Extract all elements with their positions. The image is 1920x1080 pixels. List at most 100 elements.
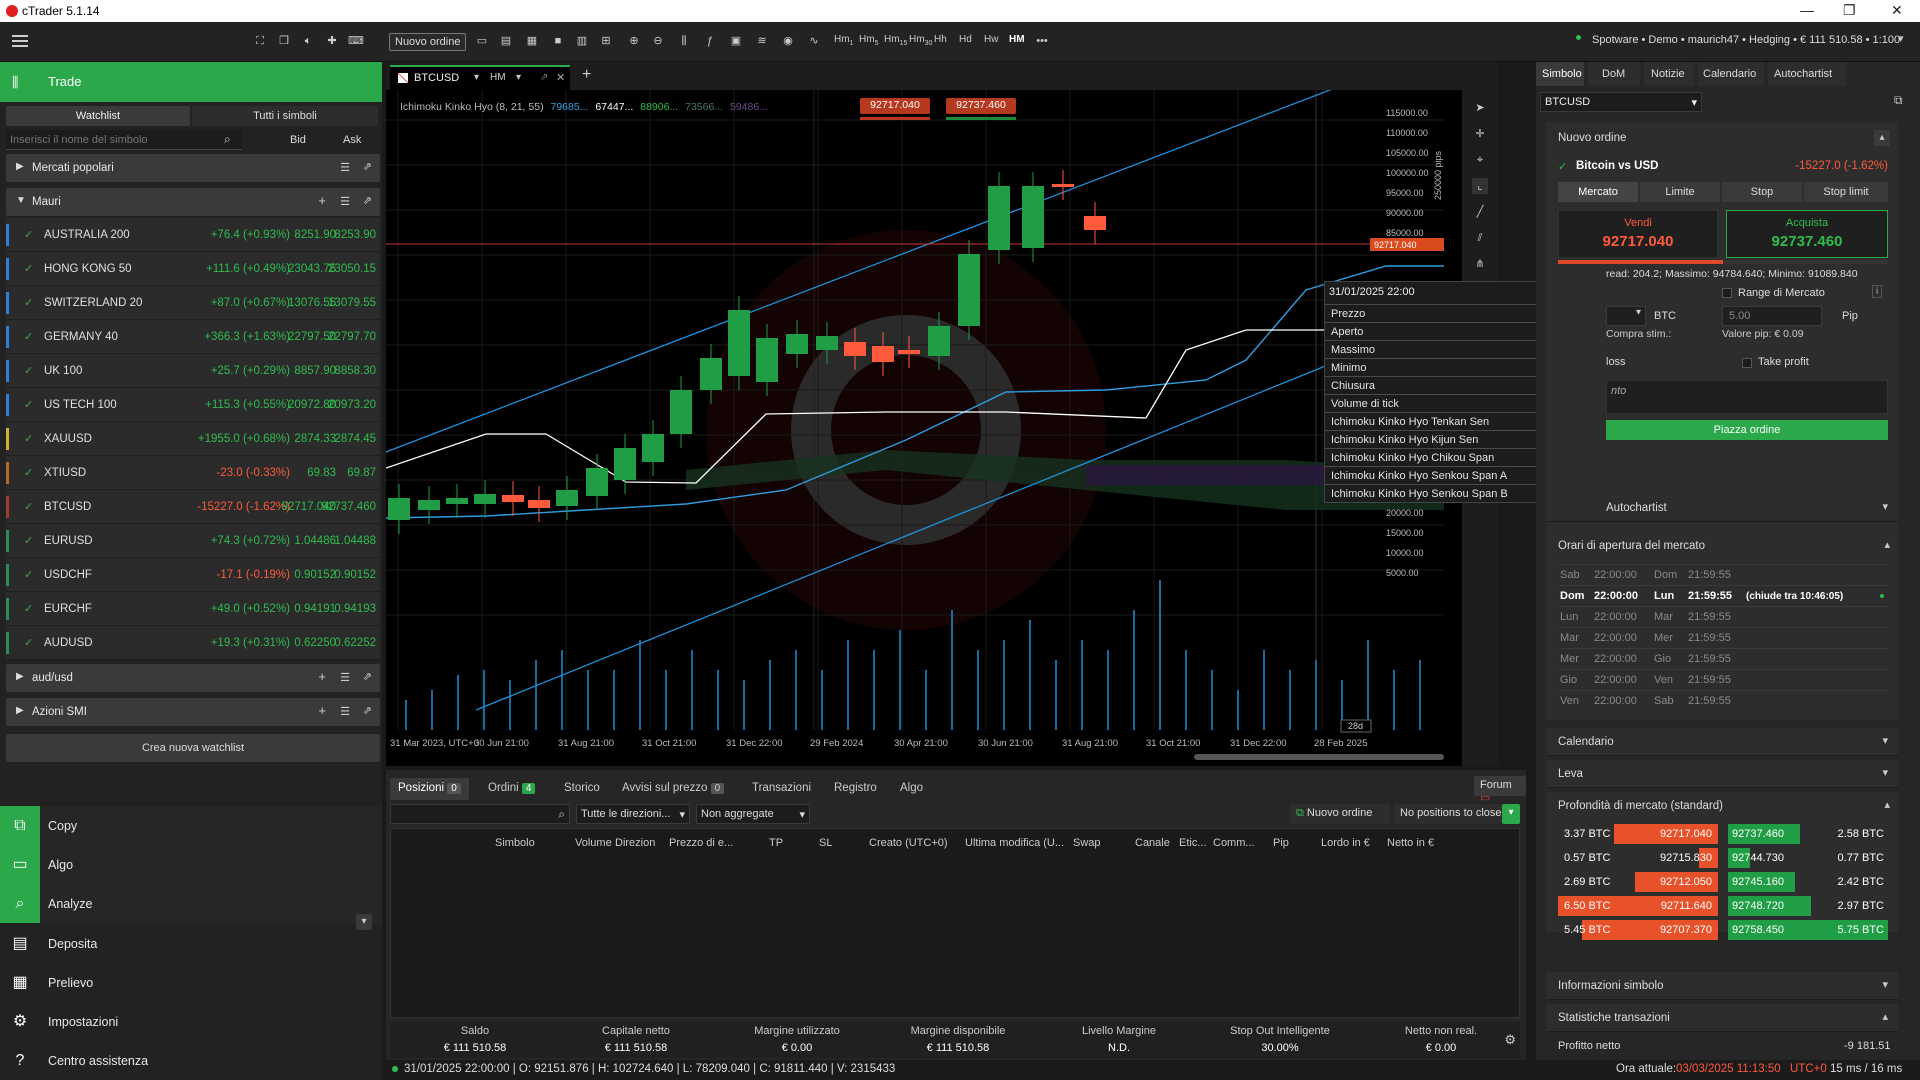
grid-icon[interactable]: ▦ xyxy=(524,33,540,49)
symbol-ask[interactable]: 0.62252 xyxy=(334,637,376,649)
sell-button[interactable]: Vendi 92717.040 xyxy=(1558,210,1718,258)
chart-link-icon[interactable]: ⧉ xyxy=(1894,93,1903,108)
nav-item-withdraw[interactable]: ▦ Prelievo xyxy=(0,963,382,1002)
tab-dom[interactable]: DoM xyxy=(1588,62,1640,86)
section-symbol-info[interactable]: Informazioni simbolo ▾ xyxy=(1546,972,1898,1000)
new-order-button[interactable]: Nuovo ordine xyxy=(389,33,467,51)
popout-icon[interactable]: ⇗ xyxy=(363,194,372,207)
tf-w1[interactable]: Hw xyxy=(984,34,998,45)
tab-news[interactable]: Notizie xyxy=(1644,62,1694,86)
popout-icon[interactable]: ⇗ xyxy=(363,704,372,717)
nav-item-algo[interactable]: ▭ Algo xyxy=(0,845,382,884)
symbol-ask[interactable]: 0.90152 xyxy=(334,569,376,581)
popout-icon[interactable]: ⇗ xyxy=(363,160,372,173)
watchlist-row[interactable]: ✓ EURUSD +74.3 (+0.72%) 1.04486 1.04488 xyxy=(6,524,380,558)
list-icon[interactable]: ☰ xyxy=(340,195,350,208)
watchlist-row[interactable]: ✓ HONG KONG 50 +111.6 (+0.49%) 23043.75 2305… xyxy=(6,252,380,286)
restore-icon[interactable]: ❐ xyxy=(1843,2,1856,19)
nav-item-copy[interactable]: ⧉ Copy xyxy=(0,806,382,845)
collapse-icon[interactable]: ▼ xyxy=(16,195,26,206)
symbol-bid[interactable]: 2874.33 xyxy=(294,433,336,445)
column-header[interactable]: Creato (UTC+0) xyxy=(869,837,948,849)
expand-icon[interactable]: ▶ xyxy=(16,161,24,172)
trade-header[interactable]: ⫼ Trade xyxy=(0,62,382,102)
trendline-tool-icon[interactable]: ⌞ xyxy=(1472,178,1488,194)
check-icon[interactable]: ✓ xyxy=(24,330,33,343)
column-header[interactable]: Direzion xyxy=(615,837,655,849)
ask-price[interactable]: 92748.720 xyxy=(1732,900,1784,912)
symbol-select[interactable]: BTCUSD ▾ xyxy=(1540,92,1702,112)
sell-price-badge[interactable]: 92717.040 xyxy=(860,98,930,114)
bid-price[interactable]: 92707.370 xyxy=(1640,924,1712,936)
take-profit-checkbox[interactable] xyxy=(1742,358,1752,368)
create-watchlist-button[interactable]: Crea nuova watchlist xyxy=(6,734,380,762)
indicator-legend[interactable]: Ichimoku Kinko Hyo (8, 21, 55) 79685... … xyxy=(400,101,768,113)
tab-orders[interactable]: Ordini 4 xyxy=(480,778,543,800)
check-icon[interactable]: ✓ xyxy=(24,568,33,581)
account-dropdown-icon[interactable]: ▾ xyxy=(1898,32,1904,45)
column-header[interactable]: TP xyxy=(769,837,783,849)
chevron-up-icon[interactable]: ▴ xyxy=(1884,798,1890,811)
symbol-ask[interactable]: 13079.55 xyxy=(328,297,376,309)
tab-autochartist[interactable]: Autochartist xyxy=(1768,62,1846,86)
account-info[interactable]: Spotware • Demo • maurich47 • Hedging • … xyxy=(1592,34,1900,46)
tab-price-alerts[interactable]: Avvisi sul prezzo 0 xyxy=(614,778,732,800)
order-type-stop[interactable]: Stop xyxy=(1722,182,1802,202)
watchlist-row[interactable]: ✓ SWITZERLAND 20 +87.0 (+0.67%) 13076.55 130… xyxy=(6,286,380,320)
bid-price[interactable]: 92712.050 xyxy=(1640,876,1712,888)
check-icon[interactable]: ✓ xyxy=(24,602,33,615)
search-icon[interactable]: ⌕ xyxy=(224,132,231,147)
close-tab-icon[interactable]: ✕ xyxy=(556,71,565,84)
section-autochartist[interactable]: Autochartist ▾ xyxy=(1546,494,1898,522)
symbol-bid[interactable]: 69.83 xyxy=(307,467,336,479)
tf-mn1[interactable]: HM xyxy=(1009,34,1025,45)
check-icon[interactable]: ✓ xyxy=(24,364,33,377)
tab-positions[interactable]: Posizioni 0 xyxy=(390,778,469,800)
templates-icon[interactable]: ▣ xyxy=(728,33,744,49)
bid-price[interactable]: 92715.830 xyxy=(1640,852,1712,864)
tab-watchlist[interactable]: Watchlist xyxy=(6,106,190,126)
column-header[interactable]: Swap xyxy=(1073,837,1101,849)
direction-filter-select[interactable]: Tutte le direzioni... ▾ xyxy=(576,804,690,824)
check-icon[interactable]: ✓ xyxy=(24,636,33,649)
symbol-bid[interactable]: 0.62250 xyxy=(294,637,336,649)
chevron-down-icon[interactable]: ▾ xyxy=(1882,500,1888,513)
comment-input[interactable]: nto xyxy=(1606,380,1888,414)
cursor-icon[interactable]: ➤ xyxy=(1472,100,1488,116)
symbol-ask[interactable]: 8858.30 xyxy=(334,365,376,377)
bid-price[interactable]: 92711.640 xyxy=(1640,900,1712,912)
tab-log[interactable]: Registro xyxy=(826,778,885,800)
chevron-down-icon[interactable]: ▾ xyxy=(1882,766,1888,779)
channel-tool-icon[interactable]: ⫽ xyxy=(1472,230,1488,246)
group-popular-markets[interactable]: ▶ Mercati popolari ☰ ⇗ xyxy=(6,154,380,182)
chevron-down-icon[interactable]: ▾ xyxy=(1882,734,1888,747)
chevron-down-icon[interactable]: ▾ xyxy=(1882,978,1888,991)
symbol-ask[interactable]: 8253.90 xyxy=(334,229,376,241)
tick-icon[interactable]: ∿ xyxy=(806,33,822,49)
watchlist-row[interactable]: ✓ UK 100 +25.7 (+0.29%) 8857.90 8858.30 xyxy=(6,354,380,388)
add-chart-tab-icon[interactable]: + xyxy=(582,66,591,84)
minimize-icon[interactable]: — xyxy=(1800,2,1814,18)
chevron-down-icon[interactable]: ▾ xyxy=(1502,804,1520,824)
symbol-bid[interactable]: 1.04486 xyxy=(294,535,336,547)
forum-button[interactable]: Forum ▭ xyxy=(1474,776,1526,804)
check-icon[interactable]: ✓ xyxy=(24,534,33,547)
tf-m15[interactable]: Hm15 xyxy=(884,34,907,47)
group-audusd[interactable]: ▶ aud/usd + ☰ ⇗ xyxy=(6,664,380,692)
eye-icon[interactable]: ◉ xyxy=(780,33,796,49)
place-order-button[interactable]: Piazza ordine xyxy=(1606,420,1888,440)
watchlist-row[interactable]: ✓ XAUUSD +1955.0 (+0.68%) 2874.33 2874.45 xyxy=(6,422,380,456)
keyboard-icon[interactable]: ⌨ xyxy=(348,33,364,49)
column-header[interactable]: Ultima modifica (U... xyxy=(965,837,1064,849)
chevron-down-icon[interactable]: ▾ xyxy=(474,72,479,83)
symbol-ask[interactable]: 20973.20 xyxy=(328,399,376,411)
plugin-icon[interactable]: ✚ xyxy=(324,33,340,49)
bottom-new-order-button[interactable]: ⧉ Nuovo ordine xyxy=(1290,804,1390,824)
check-icon[interactable]: ✓ xyxy=(24,432,33,445)
tab-symbol[interactable]: Simbolo xyxy=(1536,62,1584,86)
nav-item-analyze[interactable]: ⌕ Analyze xyxy=(0,884,382,923)
watchlist-row[interactable]: ✓ EURCHF +49.0 (+0.52%) 0.94191 0.94193 xyxy=(6,592,380,626)
layout-icon[interactable]: ▤ xyxy=(498,33,514,49)
tf-d1[interactable]: Hd xyxy=(959,34,972,45)
symbol-ask[interactable]: 2874.45 xyxy=(334,433,376,445)
